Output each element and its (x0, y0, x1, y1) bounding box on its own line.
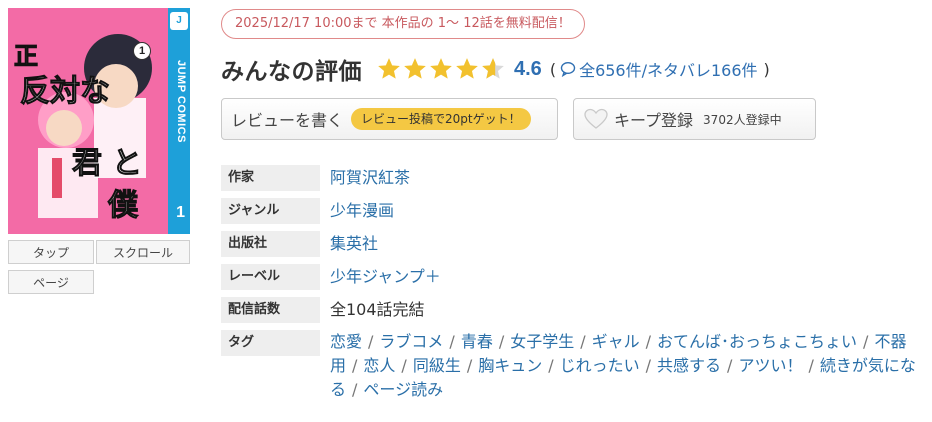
tag-separator: / (368, 332, 374, 351)
info-row-label: レーベル 少年ジャンプ＋ (221, 264, 921, 290)
tag-link[interactable]: アツい！ (738, 356, 802, 375)
info-row-author: 作家 阿賀沢紅茶 (221, 165, 921, 191)
jump-logo: J (170, 12, 188, 30)
info-row-publisher: 出版社 集英社 (221, 231, 921, 257)
keep-button[interactable]: キープ登録 3702人登録中 (573, 98, 816, 140)
rating-stars (376, 56, 506, 82)
heart-icon (584, 108, 608, 129)
author-link[interactable]: 阿賀沢紅茶 (330, 165, 410, 191)
write-review-button[interactable]: レビューを書く レビュー投稿で20ptゲット！ (221, 98, 558, 140)
view-scroll-button[interactable]: スクロール (96, 240, 190, 264)
info-row-genre: ジャンル 少年漫画 (221, 198, 921, 224)
episodes-value: 全104話完結 (330, 300, 425, 319)
tag-separator: / (863, 332, 869, 351)
tag-link[interactable]: おてんば･おっちょこちょい (657, 332, 857, 351)
star-icon (430, 58, 452, 79)
imprint-label: JUMP COMICS (175, 60, 187, 143)
tag-separator: / (727, 356, 733, 375)
spine-volume: 1 (176, 204, 185, 221)
close-paren: ) (763, 59, 770, 79)
rating-row: みんなの評価 4.6 ( 全656件/ネタバレ166件 ) (221, 52, 770, 86)
tag-list: 恋愛 / ラブコメ / 青春 / 女子学生 / ギャル / おてんば･おっちょこちょい / 不器用 / 恋人… (330, 330, 920, 402)
star-icon (404, 58, 426, 79)
label-link[interactable]: 少年ジャンプ＋ (330, 264, 441, 290)
cover-title: 正 反対な 君 と 僕 (14, 41, 143, 224)
tag-separator: / (498, 332, 505, 351)
review-count-link[interactable]: 全656件/ネタバレ166件 (579, 57, 757, 81)
review-reward-badge: レビュー投稿で20ptゲット！ (351, 108, 531, 130)
keep-label: キープ登録 (614, 111, 694, 130)
book-cover[interactable]: 正 反対な 君 と 僕 1 J JUMP COMICS 1 (8, 8, 190, 234)
tag-link[interactable]: 女子学生 (510, 332, 574, 351)
publisher-link[interactable]: 集英社 (330, 231, 378, 257)
tag-link[interactable]: 青春 (461, 332, 493, 351)
keep-count: 3702人登録中 (703, 112, 782, 127)
tag-separator: / (580, 332, 586, 351)
tag-link[interactable]: ラブコメ (379, 332, 443, 351)
open-paren: ( (549, 59, 557, 79)
star-icon (378, 58, 400, 79)
info-row-tags: タグ 恋愛 / ラブコメ / 青春 / 女子学生 / ギャル / おてんば･おっちょこちょい / 不器用… (221, 330, 921, 402)
tag-link[interactable]: 恋愛 (330, 332, 362, 351)
tag-separator: / (449, 332, 455, 351)
speech-bubble-icon (560, 61, 576, 77)
work-info-table: 作家 阿賀沢紅茶 ジャンル 少年漫画 出版社 集英社 レーベル 少年ジャンプ＋ … (221, 165, 921, 409)
tag-separator: / (352, 380, 358, 399)
info-label: 出版社 (221, 231, 320, 257)
rating-score: 4.6 (514, 57, 542, 80)
tag-separator: / (401, 356, 407, 375)
free-campaign-notice: 2025/12/17 10:00まで 本作品の 1～ 12話を無料配信！ (221, 9, 585, 39)
tag-separator: / (645, 356, 652, 375)
star-icon (456, 58, 478, 79)
rating-title: みんなの評価 (221, 59, 362, 85)
info-label: タグ (221, 330, 320, 356)
info-row-episodes: 配信話数 全104話完結 (221, 297, 921, 323)
tag-separator: / (352, 356, 358, 375)
tag-link[interactable]: 共感する (657, 356, 721, 375)
genre-link[interactable]: 少年漫画 (330, 198, 394, 224)
info-label: 配信話数 (221, 297, 320, 323)
tag-link[interactable]: 同級生 (413, 356, 461, 375)
tag-link[interactable]: 恋人 (363, 356, 395, 375)
view-tap-button[interactable]: タップ (8, 240, 94, 264)
tag-separator: / (808, 356, 814, 375)
tag-link[interactable]: ギャル (592, 332, 640, 351)
view-page-button[interactable]: ページ (8, 270, 94, 294)
volume-badge: 1 (133, 42, 151, 60)
info-label: レーベル (221, 264, 320, 290)
write-review-label: レビューを書く (231, 111, 344, 130)
tag-link[interactable]: ページ読み (363, 380, 443, 399)
info-label: ジャンル (221, 198, 320, 224)
info-label: 作家 (221, 165, 320, 191)
tag-link[interactable]: じれったい (560, 356, 640, 375)
half-star-icon (482, 58, 504, 79)
review-counts[interactable]: ( 全656件/ネタバレ166件 ) (550, 57, 770, 81)
tag-link[interactable]: 胸キュン (478, 356, 542, 375)
tag-separator: / (466, 356, 473, 375)
tag-separator: / (548, 356, 554, 375)
tag-separator: / (645, 332, 652, 351)
